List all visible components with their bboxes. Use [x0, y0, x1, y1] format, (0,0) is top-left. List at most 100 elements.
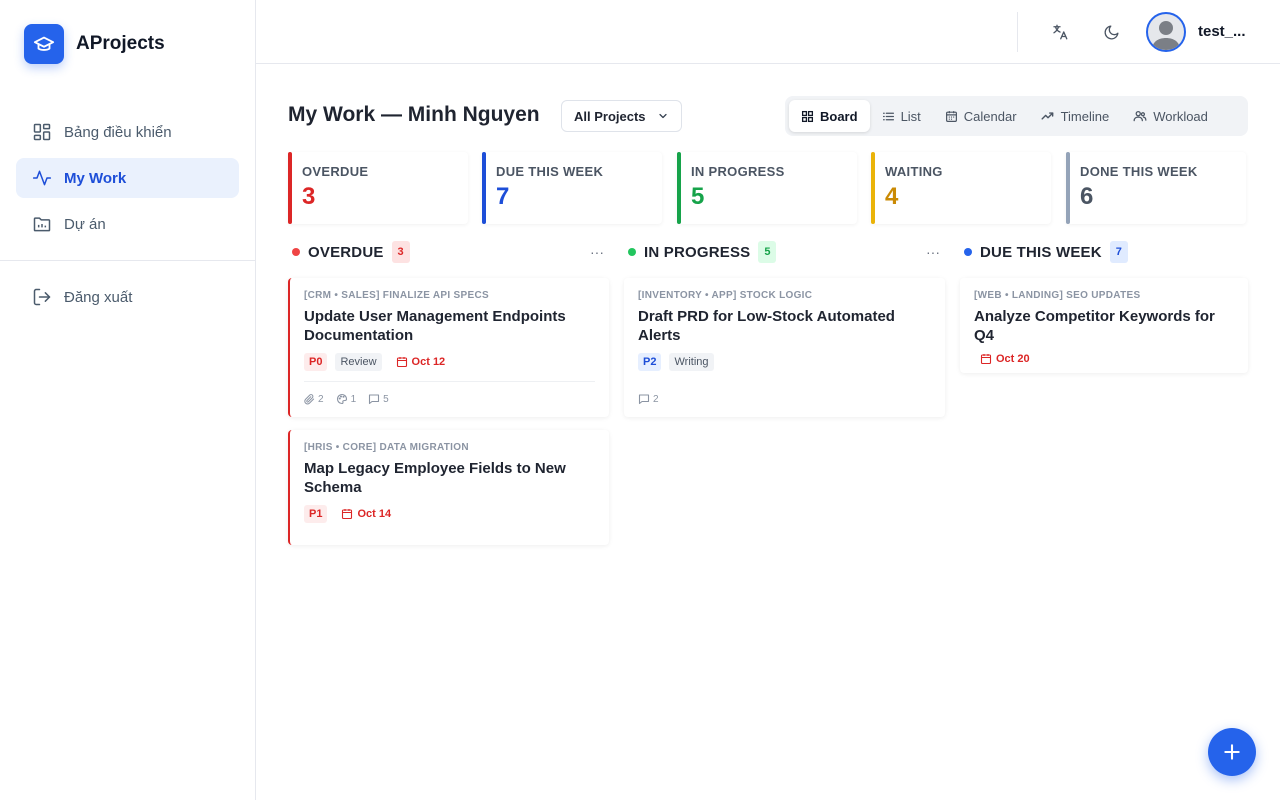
board-icon [801, 110, 814, 123]
logout-label: Đăng xuất [64, 288, 133, 306]
stat-card-in-progress[interactable]: IN PROGRESS 5 [677, 152, 857, 224]
calendar-icon [341, 508, 353, 520]
sidebar-item-projects[interactable]: Dự án [16, 204, 239, 244]
username[interactable]: test_... [1198, 23, 1246, 40]
priority-badge: P0 [304, 353, 328, 371]
card-project: [CRM • SALES] FINALIZE API SPECS [304, 290, 489, 301]
app-name: AProjects [76, 33, 165, 54]
add-task-button[interactable] [1208, 728, 1256, 776]
due-date-text: Oct 12 [411, 356, 446, 368]
priority-badge: P1 [304, 505, 328, 523]
tab-calendar[interactable]: Calendar [933, 100, 1029, 132]
moon-icon [1103, 24, 1120, 41]
stat-accent-bar [288, 152, 292, 224]
stat-label: IN PROGRESS [691, 164, 785, 179]
task-card[interactable]: [CRM • SALES] FINALIZE API SPECS Update … [288, 278, 609, 417]
tab-timeline[interactable]: Timeline [1029, 100, 1122, 132]
card-project: [INVENTORY • APP] STOCK LOGIC [638, 290, 813, 301]
column-count-badge: 5 [758, 241, 777, 263]
column-title: IN PROGRESS [644, 243, 751, 261]
translate-icon [1051, 23, 1069, 41]
comments-value: 5 [383, 393, 389, 405]
users-icon [1133, 109, 1147, 123]
due-date-text: Oct 14 [357, 508, 392, 520]
tab-label: List [900, 108, 921, 124]
tab-workload[interactable]: Workload [1121, 100, 1220, 132]
sidebar-item-label: Dự án [64, 215, 106, 233]
sidebar-divider [0, 260, 255, 261]
sidebar-item-my-work[interactable]: My Work [16, 158, 239, 198]
task-card[interactable]: [HRIS • CORE] DATA MIGRATION Map Legacy … [288, 430, 609, 545]
translate-button[interactable] [1048, 20, 1072, 44]
brand[interactable]: AProjects [24, 24, 165, 64]
stat-label: DUE THIS WEEK [496, 164, 604, 179]
stat-card-overdue[interactable]: OVERDUE 3 [288, 152, 468, 224]
comments-value: 2 [653, 393, 659, 405]
stat-label: OVERDUE [302, 164, 369, 179]
timeline-icon [1041, 109, 1055, 123]
page-title: My Work — Minh Nguyen [288, 103, 540, 126]
column-header-in-progress: IN PROGRESS 5 [628, 240, 777, 264]
theme-toggle-button[interactable] [1099, 20, 1123, 44]
stat-accent-bar [871, 152, 875, 224]
stat-accent-bar [482, 152, 486, 224]
due-date: Oct 14 [335, 508, 397, 520]
stat-accent-bar [1066, 152, 1070, 224]
sidebar-item-label: My Work [64, 169, 127, 187]
stat-label: WAITING [885, 164, 943, 179]
column-status-dot [964, 248, 972, 256]
chevron-down-icon [657, 110, 669, 125]
sidebar-nav: Bảng điều khiển My Work Dự án [16, 112, 239, 250]
tab-label: Workload [1153, 108, 1208, 124]
tab-list[interactable]: List [870, 100, 933, 132]
stat-label: DONE THIS WEEK [1080, 164, 1198, 179]
stat-card-waiting[interactable]: WAITING 4 [871, 152, 1051, 224]
stat-value: 6 [1080, 183, 1094, 210]
column-count-badge: 7 [1109, 241, 1128, 263]
card-title: Update User Management Endpoints Documen… [304, 308, 566, 344]
status-badge: Writing [669, 353, 714, 371]
stat-value: 4 [885, 183, 899, 210]
attachments-count: 2 [304, 394, 324, 405]
logout-button[interactable]: Đăng xuất [16, 277, 239, 317]
project-filter-select[interactable]: All Projects [561, 100, 682, 132]
sidebar-item-dashboard[interactable]: Bảng điều khiển [16, 112, 239, 152]
column-more-button[interactable]: ··· [926, 244, 940, 260]
stat-card-done-this-week[interactable]: DONE THIS WEEK 6 [1066, 152, 1246, 224]
card-title: Analyze Competitor Keywords for Q4 [974, 308, 1215, 344]
tab-board[interactable]: Board [789, 100, 870, 132]
calendar-icon [980, 353, 992, 365]
list-icon [882, 110, 895, 123]
due-date-text: Oct 20 [996, 353, 1030, 365]
task-card[interactable]: [WEB • LANDING] SEO UPDATES Analyze Comp… [960, 278, 1248, 373]
comment-icon [368, 393, 380, 405]
column-status-dot [628, 248, 636, 256]
user-avatar-icon [1152, 21, 1180, 50]
stat-accent-bar [677, 152, 681, 224]
due-date: Oct 20 [974, 353, 1036, 365]
tab-label: Board [820, 108, 858, 124]
view-tabs: Board List Calendar Timeline Workload [785, 96, 1248, 136]
priority-badge: P2 [638, 353, 662, 371]
stat-card-due-this-week[interactable]: DUE THIS WEEK 7 [482, 152, 662, 224]
palette-icon [336, 393, 348, 405]
comments-count: 5 [368, 393, 389, 405]
due-date: Oct 12 [390, 356, 452, 368]
plus-icon [1222, 742, 1242, 762]
sidebar-item-label: Bảng điều khiển [64, 123, 172, 141]
calendar-icon [396, 356, 408, 368]
sidebar: AProjects Bảng điều khiển My Work Dự án [0, 0, 256, 800]
avatar[interactable] [1146, 12, 1186, 52]
status-badge: Review [335, 353, 382, 371]
column-more-button[interactable]: ··· [590, 244, 604, 260]
tab-label: Calendar [963, 108, 1017, 124]
task-card[interactable]: [INVENTORY • APP] STOCK LOGIC Draft PRD … [624, 278, 945, 417]
stat-value: 7 [496, 183, 510, 210]
card-title: Map Legacy Employee Fields to New Schema [304, 460, 566, 496]
card-title: Draft PRD for Low-Stock Automated Alerts [638, 308, 895, 344]
comment-icon [638, 393, 650, 405]
column-title: OVERDUE [308, 243, 384, 261]
top-header: test_... [256, 0, 1280, 64]
paperclip-icon [304, 393, 315, 405]
header-divider [1017, 12, 1018, 52]
